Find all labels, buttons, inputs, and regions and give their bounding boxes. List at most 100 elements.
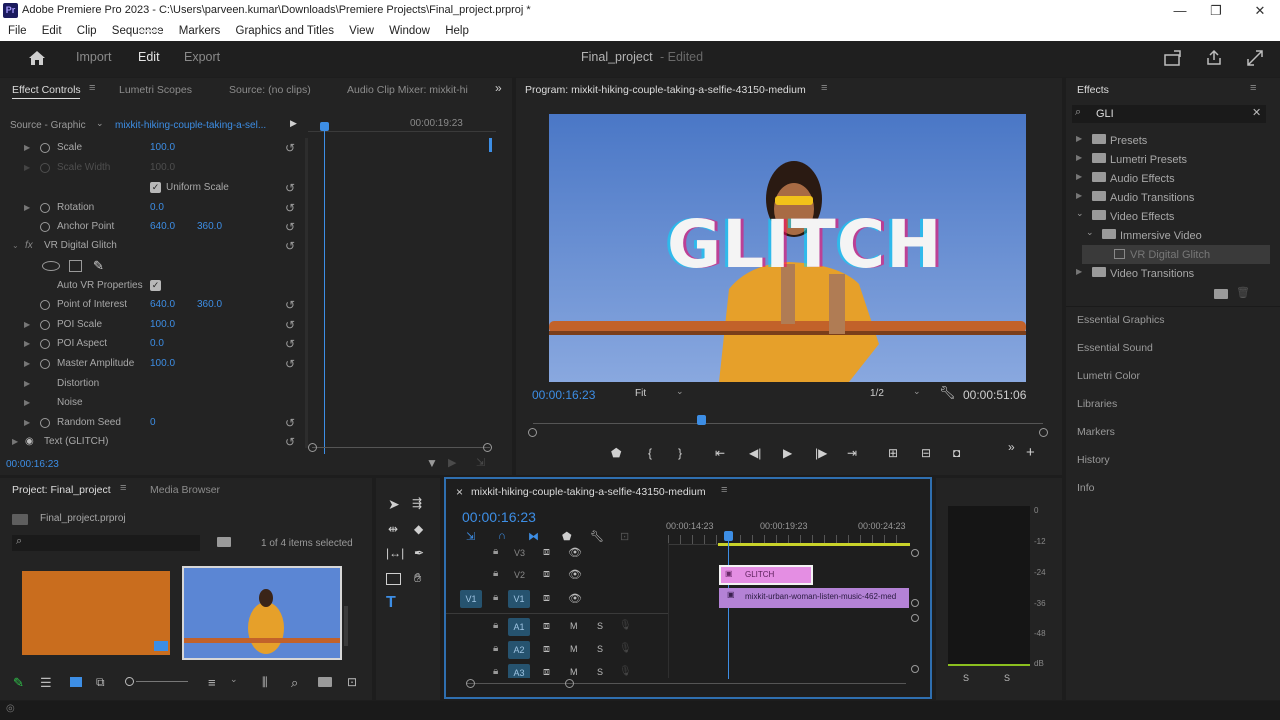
track-select-tool-icon[interactable]: ⇶ [412,496,422,510]
go-to-in-icon[interactable]: ⇤ [715,446,725,460]
reset-icon[interactable]: ↺ [285,295,295,315]
tree-vr-digital-glitch[interactable]: VR Digital Glitch [1082,245,1270,264]
wrench-icon[interactable]: 🔧︎ [939,385,956,401]
panel-libraries[interactable]: Libraries [1077,398,1117,410]
sequence-tab[interactable]: mixkit-hiking-couple-taking-a-selfie-431… [471,486,706,498]
panel-lumetri-color[interactable]: Lumetri Color [1077,370,1140,382]
auto-vr-checkbox[interactable]: ✓ [150,276,161,296]
new-bin-icon[interactable] [1214,288,1232,300]
solo-button[interactable]: S [597,644,603,654]
program-playhead[interactable] [697,415,707,425]
panel-essential-graphics[interactable]: Essential Graphics [1077,314,1165,326]
program-monitor-title[interactable]: Program: mixkit-hiking-couple-taking-a-s… [525,84,806,96]
linked-selection-icon[interactable]: ⧓ [528,530,539,543]
timeline-settings-wrench-icon[interactable]: 🔧︎ [590,530,604,543]
panel-menu-icon[interactable]: ≡ [120,482,126,494]
color-matte-thumbnail[interactable] [22,571,170,655]
icon-view-icon[interactable] [70,677,82,687]
panel-menu-icon[interactable]: ≡ [821,82,827,94]
step-forward-icon[interactable]: |▶ [815,446,827,460]
lock-icon[interactable]: 🔒︎ [493,546,498,557]
scale-value[interactable]: 100.0 [150,138,175,158]
solo-button[interactable]: S [597,621,603,631]
source-dropdown-icon[interactable]: ⌄ [96,118,104,129]
ec-current-time[interactable]: 00:00:16:23 [6,459,59,470]
go-to-out-icon[interactable]: ⇥ [847,446,857,460]
a-scroll-bottom[interactable] [911,665,919,673]
share-icon[interactable] [1205,49,1223,67]
tree-video-effects[interactable]: ⌄ Video Effects [1072,207,1272,226]
timeline-timecode[interactable]: 00:00:16:23 [462,509,536,525]
tree-immersive-video[interactable]: ⌄ Immersive Video [1072,226,1272,245]
pen-tool-icon[interactable]: ✒ [414,546,424,560]
eye-icon[interactable]: 👁︎ [568,568,582,581]
more-controls-icon[interactable]: » [1008,440,1015,454]
lift-icon[interactable]: ⊞ [888,446,898,460]
filter-icon[interactable]: ▼ [426,456,438,470]
ec-zoom-left-handle[interactable] [308,443,317,452]
mark-out-icon[interactable]: } [678,446,682,460]
sync-lock-icon[interactable]: ⧈ [543,666,550,678]
menu-window[interactable]: Window [389,25,430,37]
selection-tool-icon[interactable]: ➤ [388,496,400,513]
find-bin-icon[interactable] [217,536,235,548]
add-marker-icon[interactable]: ⬟ [611,446,621,460]
sync-lock-icon[interactable]: ⧈ [543,592,550,605]
reset-icon[interactable]: ↺ [285,236,295,256]
sync-lock-icon[interactable]: ⧈ [543,620,550,633]
sort-chevron-icon[interactable]: ⌄ [230,674,238,685]
fullscreen-icon[interactable] [1246,49,1264,67]
automate-icon[interactable]: ⫼ [262,675,268,690]
track-target-a1[interactable]: A1 [508,618,530,636]
pen-mask-icon[interactable]: ✎ [93,256,104,276]
ec-playhead[interactable] [324,124,325,454]
eye-icon[interactable]: 👁︎ [568,592,582,605]
program-zoom-left[interactable] [528,428,537,437]
tree-audio-effects[interactable]: ▶ Audio Effects [1072,169,1272,188]
tree-audio-transitions[interactable]: ▶ Audio Transitions [1072,188,1272,207]
list-view-icon[interactable]: ☰ [40,675,52,691]
reset-icon[interactable]: ↺ [285,413,295,433]
eye-icon[interactable]: ◉ [25,432,34,452]
mark-in-icon[interactable]: { [648,446,652,460]
razor-tool-icon[interactable]: ◆ [414,522,423,536]
layer-text-glitch[interactable]: ▶ ◉ Text (GLITCH) ↺ [0,432,300,452]
zoom-slider[interactable] [136,681,188,682]
menu-view[interactable]: View [349,25,374,37]
timeline-playhead[interactable] [728,539,729,679]
reset-icon[interactable]: ↺ [285,432,295,452]
maximize-icon[interactable]: ❐ [1196,0,1236,21]
tree-presets[interactable]: ▶ Presets [1072,131,1272,150]
sync-lock-icon[interactable]: ⧈ [543,568,550,581]
fit-dropdown[interactable]: Fit [635,388,646,399]
snap-icon[interactable]: ∩ [498,530,506,542]
resolution-dropdown[interactable]: 1/2 [870,388,884,399]
new-bin-icon[interactable] [318,676,336,688]
ec-zoom-right-handle[interactable] [483,443,492,452]
mute-button[interactable]: M [570,644,578,654]
tab-project[interactable]: Project: Final_project [12,484,111,496]
h-zoom-left[interactable] [466,679,475,688]
group-noise[interactable]: ▶ Noise [0,393,300,413]
more-panels-icon[interactable]: » [495,81,502,95]
reset-icon[interactable]: ↺ [285,178,295,198]
minimize-icon[interactable]: — [1160,0,1200,21]
lock-icon[interactable]: 🔒︎ [493,592,498,603]
rectangle-tool-icon[interactable] [386,573,401,585]
close-window-icon[interactable]: ✕ [1240,0,1280,21]
reset-icon[interactable]: ↺ [285,217,295,237]
tab-lumetri-scopes[interactable]: Lumetri Scopes [119,84,192,96]
type-tool-icon[interactable]: T [386,594,396,612]
lock-icon[interactable]: 🔒︎ [493,666,498,677]
panel-menu-icon[interactable]: ≡ [1250,82,1256,94]
lock-icon[interactable]: 🔒︎ [493,620,498,631]
sync-lock-icon[interactable]: ⧈ [543,546,550,559]
extract-icon[interactable]: ⊟ [921,446,931,460]
reset-icon[interactable]: ↺ [285,334,295,354]
meter-solo-left[interactable]: S [963,673,969,683]
ellipse-mask-icon[interactable] [42,261,60,271]
new-item-icon[interactable]: ⊡ [347,675,357,689]
menu-file[interactable]: File [8,25,27,37]
menu-help[interactable]: Help [445,25,469,37]
reset-icon[interactable]: ↺ [285,138,295,158]
